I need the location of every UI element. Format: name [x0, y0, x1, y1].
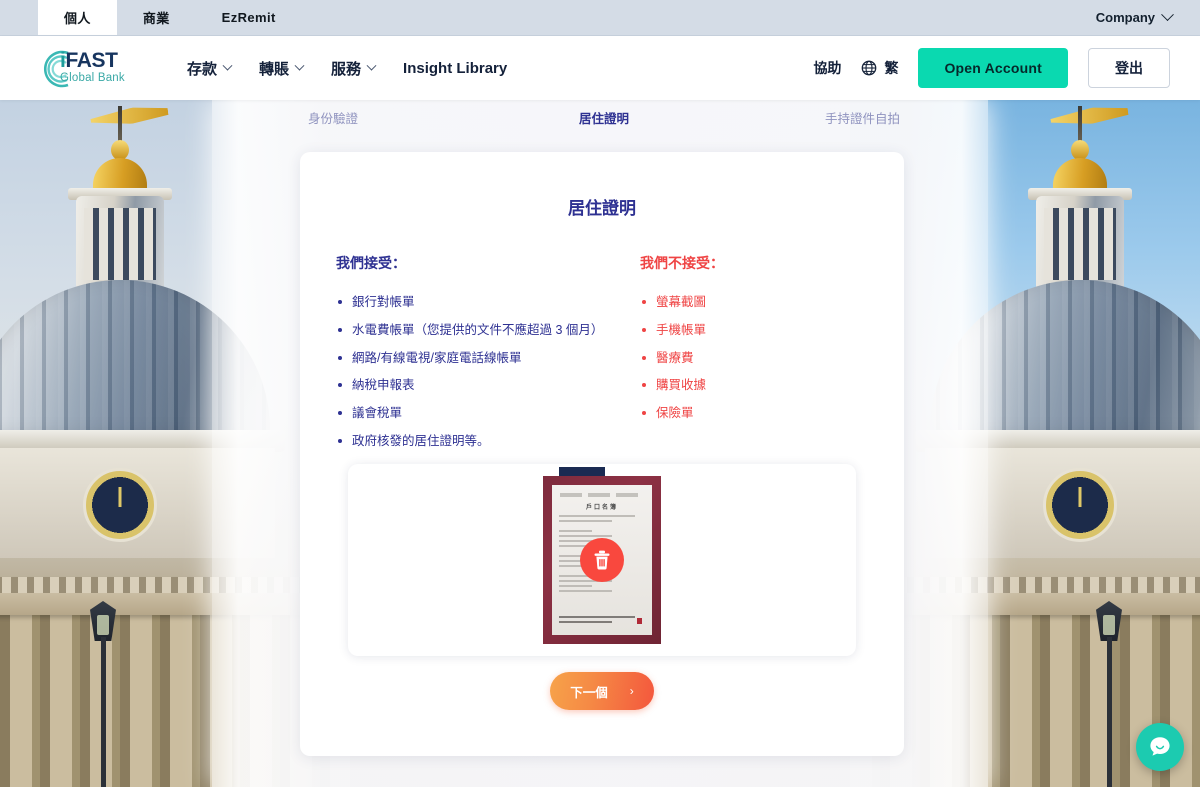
company-menu[interactable]: Company: [1096, 0, 1200, 35]
chat-bubble-icon: [1150, 737, 1170, 756]
rejected-heading: 我們不接受：: [640, 255, 724, 271]
rejected-list: 螢幕截圖 手機帳單 醫療費 購買收據 保險單: [640, 293, 868, 423]
clock-face-right: [1043, 468, 1117, 542]
list-item: 醫療費: [640, 349, 868, 368]
page-title: 居住證明: [568, 199, 636, 218]
utility-tab-ezremit-label: EzRemit: [221, 10, 276, 25]
utility-tab-personal-label: 個人: [64, 11, 91, 26]
ifast-logo-primary: iFAST: [60, 49, 118, 72]
language-selector-label: 繁: [884, 60, 899, 76]
list-item: 政府核發的居住證明等。: [336, 432, 602, 451]
list-item: 納稅申報表: [336, 376, 602, 395]
delete-document-button[interactable]: [580, 538, 624, 582]
ifast-logo-text: iFAST Global Bank: [60, 49, 125, 84]
rejected-column: 我們不接受： 螢幕截圖 手機帳單 醫療費 購買收據 保險單: [602, 253, 868, 460]
thumbnail-top-strip: [559, 467, 605, 476]
utility-tab-business-label: 商業: [142, 11, 170, 26]
list-item: 銀行對帳單: [336, 293, 602, 312]
accepted-heading: 我們接受：: [336, 255, 406, 271]
page-root: 個人 商業 EzRemit Company iFAST Global Bank: [0, 0, 1200, 787]
nav-link-deposits[interactable]: 存款: [187, 58, 233, 79]
logout-button[interactable]: 登出: [1088, 48, 1170, 88]
help-link[interactable]: 協助: [813, 58, 841, 78]
list-item: 議會稅單: [336, 404, 602, 423]
nav-link-insight-library-label: Insight Library: [403, 59, 508, 77]
list-item: 購買收據: [640, 376, 868, 395]
step-selfie-with-id[interactable]: 手持證件自拍: [703, 108, 988, 127]
accepted-list: 銀行對帳單 水電費帳單（您提供的文件不應超過 3 個月） 網路/有線電視/家庭電…: [336, 293, 603, 451]
nav-link-transfers[interactable]: 轉賬: [259, 58, 305, 79]
next-button-row: 下一個 ›: [300, 672, 904, 710]
step-proof-of-residence[interactable]: 居住證明: [505, 108, 702, 127]
nav-link-services[interactable]: 服務: [331, 58, 377, 79]
step-proof-of-residence-label: 居住證明: [578, 112, 629, 126]
list-item: 螢幕截圖: [640, 293, 868, 312]
nav-link-insight-library[interactable]: Insight Library: [403, 60, 507, 77]
utility-tab-personal[interactable]: 個人: [38, 0, 117, 35]
chevron-down-icon: [222, 60, 233, 71]
chevron-right-icon: ›: [629, 684, 634, 698]
chat-support-button[interactable]: [1136, 723, 1184, 771]
nav-link-deposits-label: 存款: [187, 60, 218, 78]
document-title: 戶口名簿: [585, 505, 618, 511]
utility-tab-business[interactable]: 商業: [117, 0, 196, 35]
step-identity-verification-label: 身份驗證: [308, 112, 359, 126]
utility-bar: 個人 商業 EzRemit Company: [0, 0, 1200, 36]
clock-face: [83, 468, 157, 542]
nav-link-transfers-label: 轉賬: [259, 60, 290, 78]
step-selfie-with-id-label: 手持證件自拍: [824, 112, 900, 126]
onboarding-stepper: 身份驗證 居住證明 手持證件自拍: [212, 108, 988, 127]
chevron-down-icon: [294, 60, 305, 71]
requirements-lists: 我們接受： 銀行對帳單 水電費帳單（您提供的文件不應超過 3 個月） 網路/有線…: [300, 253, 904, 460]
nav-links: 存款 轉賬 服務 Insight Library: [187, 58, 507, 79]
trash-icon: [594, 550, 610, 570]
accepted-column: 我們接受： 銀行對帳單 水電費帳單（您提供的文件不應超過 3 個月） 網路/有線…: [336, 253, 603, 460]
globe-icon: [862, 60, 877, 76]
utility-bar-spacer: [302, 0, 1096, 35]
document-footer-lines: [559, 616, 645, 626]
main-navigation: iFAST Global Bank 存款 轉賬 服務 Insight Libra…: [0, 36, 1200, 100]
next-button[interactable]: 下一個 ›: [550, 672, 654, 710]
document-stamp: [637, 618, 642, 624]
uploaded-document-thumbnail[interactable]: 戶口名簿: [543, 467, 661, 644]
list-item: 手機帳單: [640, 321, 868, 340]
ifast-logo[interactable]: iFAST Global Bank: [38, 45, 142, 91]
document-header-lines: [560, 493, 644, 497]
list-item: 保險單: [640, 404, 868, 423]
ifast-logo-secondary: Global Bank: [60, 72, 125, 84]
language-selector[interactable]: 繁: [861, 58, 898, 78]
company-menu-label: Company: [1095, 10, 1155, 25]
list-item: 水電費帳單（您提供的文件不應超過 3 個月）: [336, 321, 603, 340]
nav-actions: 協助 繁 Open Account 登出: [813, 48, 1170, 88]
open-account-button[interactable]: Open Account: [918, 48, 1068, 88]
step-identity-verification[interactable]: 身份驗證: [212, 108, 505, 127]
next-button-label: 下一個: [570, 685, 608, 700]
proof-of-residence-card: 居住證明 我們接受： 銀行對帳單 水電費帳單（您提供的文件不應超過 3 個月） …: [300, 152, 904, 756]
nav-link-services-label: 服務: [331, 60, 362, 78]
chevron-down-icon: [366, 60, 377, 71]
chevron-down-icon: [1161, 8, 1174, 22]
upload-preview-box[interactable]: 戶口名簿: [348, 464, 856, 656]
utility-tab-ezremit[interactable]: EzRemit: [196, 0, 302, 35]
list-item: 網路/有線電視/家庭電話線帳單: [336, 349, 602, 368]
